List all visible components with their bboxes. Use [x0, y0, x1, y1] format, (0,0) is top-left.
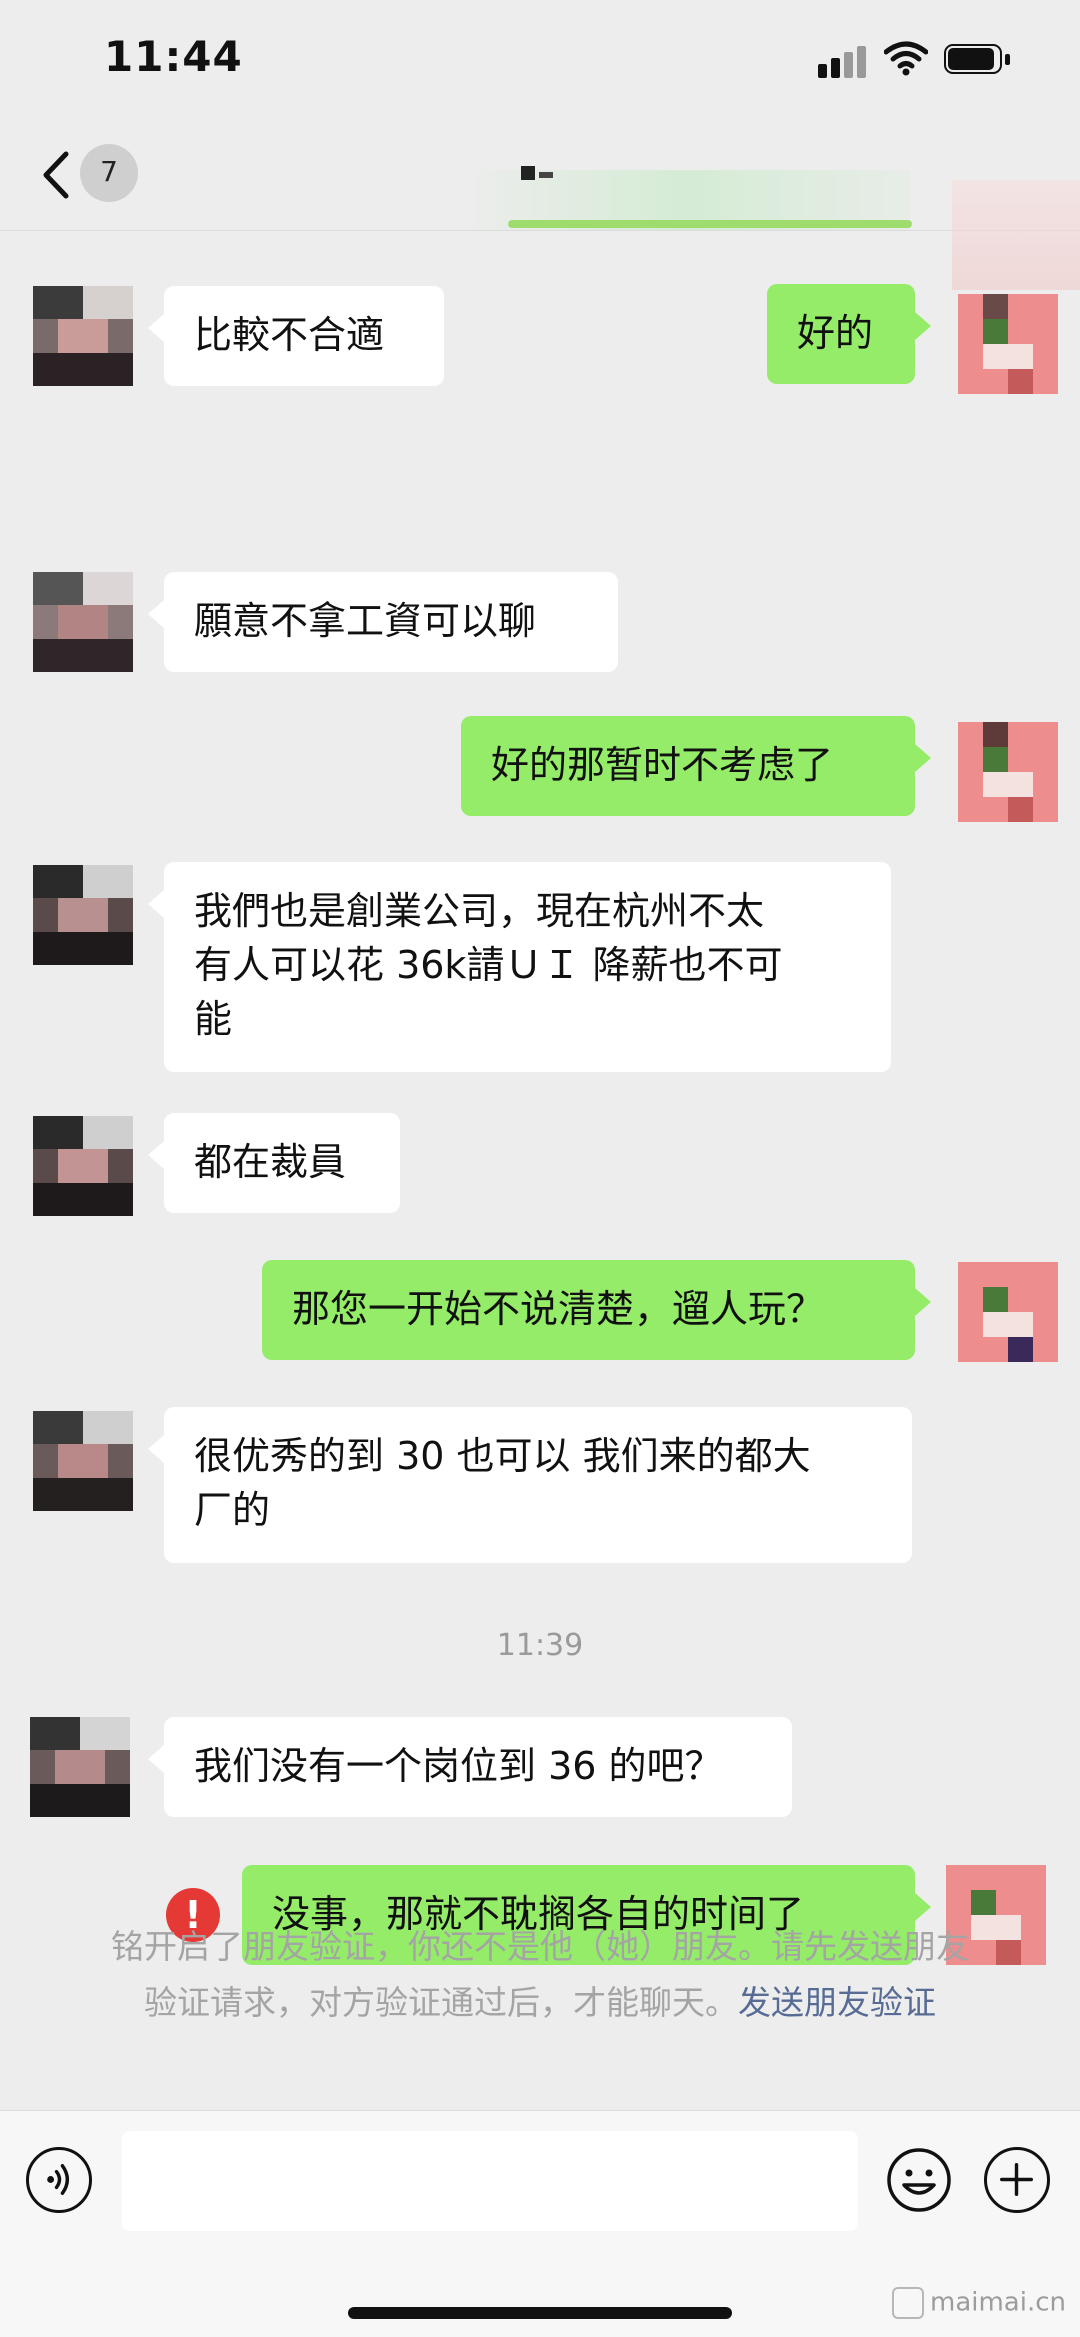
watermark: maimai.cn — [892, 2287, 1066, 2319]
message-text-line: 厂的 — [194, 1488, 271, 1532]
contact-avatar[interactable] — [33, 865, 133, 965]
message-text: 好的那暂时不考虑了 — [491, 743, 834, 787]
incoming-message-bubble[interactable]: 比較不合適 — [148, 286, 444, 386]
blurred-title-area-strip — [508, 220, 912, 228]
contact-avatar[interactable] — [33, 572, 133, 672]
contact-avatar[interactable] — [33, 286, 133, 386]
watermark-logo-icon — [892, 2287, 924, 2319]
wifi-icon — [884, 41, 928, 76]
chat-header: 7 — [0, 120, 1080, 290]
incoming-message-bubble[interactable]: 我们没有一个岗位到 36 的吧？ — [148, 1717, 792, 1817]
message-text: 都在裁員 — [194, 1140, 347, 1184]
incoming-message-bubble[interactable]: 我們也是創業公司，現在杭州不太 有人可以花 36k請ＵＩ 降薪也不可 能 — [148, 862, 891, 1072]
voice-wave-icon — [47, 2164, 70, 2195]
incoming-message-bubble[interactable]: 很优秀的到 30 也可以 我们来的都大 厂的 — [148, 1407, 912, 1563]
message-text: 比較不合適 — [194, 313, 385, 357]
status-bar: 11:44 — [0, 0, 1080, 120]
incoming-message-bubble[interactable]: 願意不拿工資可以聊 — [148, 572, 618, 672]
voice-input-button[interactable] — [26, 2147, 92, 2213]
message-text-line: 能 — [194, 997, 233, 1041]
message-text-line: 很优秀的到 30 也可以 我们来的都大 — [194, 1434, 811, 1478]
friend-verification-notice: 铭开启了朋友验证，你还不是他（她）朋友。请先发送朋友 验证请求，对方验证通过后，… — [60, 1919, 1020, 2031]
chat-timestamp: 11:39 — [496, 1628, 584, 1663]
chat-title-redacted — [505, 164, 555, 188]
message-text: 願意不拿工資可以聊 — [194, 599, 537, 643]
status-time: 11:44 — [104, 32, 243, 81]
message-text: 那您一开始不说清楚，遛人玩？ — [292, 1287, 825, 1331]
outgoing-message-bubble[interactable]: 好的 — [767, 284, 931, 384]
unread-count-badge[interactable]: 7 — [80, 144, 138, 202]
outgoing-message-bubble[interactable]: 那您一开始不说清楚，遛人玩？ — [262, 1260, 931, 1360]
contact-avatar[interactable] — [33, 1411, 133, 1511]
message-text-line: 有人可以花 36k請ＵＩ 降薪也不可 — [194, 943, 783, 987]
message-text: 我们没有一个岗位到 36 的吧？ — [194, 1744, 723, 1788]
message-list[interactable]: 比較不合適 好的 願意不拿工資可以聊 好的那暂时不考虑了 我們也是創業公司，現在 — [0, 231, 1080, 2111]
contact-avatar[interactable] — [33, 1116, 133, 1216]
notice-line: 铭开启了朋友验证，你还不是他（她）朋友。请先发送朋友 — [111, 1927, 969, 1966]
message-text-input[interactable] — [122, 2131, 858, 2231]
outgoing-message-bubble[interactable]: 好的那暂时不考虑了 — [461, 716, 931, 816]
emoji-icon[interactable] — [886, 2147, 952, 2213]
incoming-message-bubble[interactable]: 都在裁員 — [148, 1113, 400, 1213]
my-avatar[interactable] — [958, 722, 1058, 822]
plus-more-button[interactable] — [984, 2147, 1050, 2213]
send-friend-verification-link[interactable]: 发送朋友验证 — [738, 1983, 936, 2022]
home-indicator[interactable] — [348, 2307, 732, 2319]
contact-avatar[interactable] — [30, 1717, 130, 1817]
battery-icon — [944, 44, 1012, 76]
watermark-text: maimai.cn — [930, 2287, 1067, 2318]
back-chevron-icon[interactable] — [38, 150, 74, 200]
cellular-signal-icon — [818, 44, 868, 78]
notice-line: 验证请求，对方验证通过后，才能聊天。 — [144, 1983, 738, 2022]
my-avatar[interactable] — [958, 294, 1058, 394]
my-avatar[interactable] — [958, 1262, 1058, 1362]
message-text-line: 我們也是創業公司，現在杭州不太 — [194, 889, 765, 933]
message-text: 好的 — [797, 311, 874, 355]
plus-icon — [1000, 2163, 1033, 2196]
